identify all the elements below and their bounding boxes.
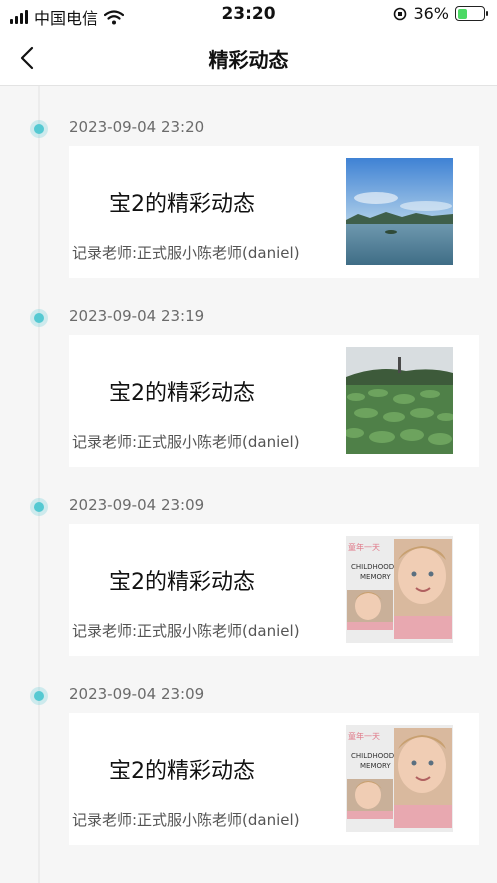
battery-percent: 36% [413, 4, 449, 23]
childhood-memory-collage[interactable]: 童年一天 CHILDHOOD MEMORY [346, 536, 453, 643]
moment-card[interactable]: 宝2的精彩动态 记录老师:正式服小陈老师(daniel) [69, 146, 479, 278]
status-bar: 中国电信 23:20 36% [0, 0, 497, 30]
timeline-entry: 2023-09-04 23:09 宝2的精彩动态 记录老师:正式服小陈老师(da… [0, 675, 497, 855]
collage-text: 童年一天 [348, 731, 380, 741]
timeline-dot [30, 120, 48, 138]
nav-bar: 精彩动态 [0, 30, 497, 86]
entry-timestamp: 2023-09-04 23:09 [69, 496, 205, 514]
card-teacher: 记录老师:正式服小陈老师(daniel) [72, 622, 300, 640]
card-title: 宝2的精彩动态 [109, 192, 255, 217]
timeline-entry: 2023-09-04 23:09 宝2的精彩动态 记录老师:正式服小陈老师(da… [0, 486, 497, 666]
card-title: 宝2的精彩动态 [109, 381, 255, 406]
moment-card[interactable]: 宝2的精彩动态 记录老师:正式服小陈老师(daniel) 童年一天 CHILDH… [69, 713, 479, 845]
collage-text: CHILDHOOD [351, 563, 394, 571]
collage-text: 童年一天 [348, 542, 380, 552]
battery-icon [455, 6, 488, 21]
orientation-lock-icon [394, 7, 407, 20]
timeline-dot [30, 687, 48, 705]
card-teacher: 记录老师:正式服小陈老师(daniel) [72, 244, 300, 262]
battery-level [457, 8, 467, 19]
timeline-dot [30, 309, 48, 327]
childhood-memory-collage[interactable]: 童年一天 CHILDHOOD MEMORY [346, 725, 453, 832]
timeline-entry: 2023-09-04 23:19 宝2的精彩动态 记录老师:正式服小陈老师(da… [0, 297, 497, 477]
entry-timestamp: 2023-09-04 23:09 [69, 685, 205, 703]
lotus-field-photo[interactable] [346, 347, 453, 454]
page-title: 精彩动态 [208, 48, 289, 72]
status-right: 36% [393, 4, 488, 23]
collage-text: MEMORY [360, 573, 391, 581]
card-title: 宝2的精彩动态 [109, 759, 255, 784]
lake-landscape-photo[interactable] [346, 158, 453, 265]
collage-text: MEMORY [360, 762, 391, 770]
card-teacher: 记录老师:正式服小陈老师(daniel) [72, 433, 300, 451]
card-teacher: 记录老师:正式服小陈老师(daniel) [72, 811, 300, 829]
moment-card[interactable]: 宝2的精彩动态 记录老师:正式服小陈老师(daniel) [69, 335, 479, 467]
card-title: 宝2的精彩动态 [109, 570, 255, 595]
moment-card[interactable]: 宝2的精彩动态 记录老师:正式服小陈老师(daniel) 童年一天 CHILDH… [69, 524, 479, 656]
entry-timestamp: 2023-09-04 23:20 [69, 118, 205, 136]
collage-text: CHILDHOOD [351, 752, 394, 760]
timeline-entry: 2023-09-04 23:20 宝2的精彩动态 记录老师:正式服小陈老师(da… [0, 108, 497, 288]
entry-timestamp: 2023-09-04 23:19 [69, 307, 205, 325]
timeline-dot [30, 498, 48, 516]
